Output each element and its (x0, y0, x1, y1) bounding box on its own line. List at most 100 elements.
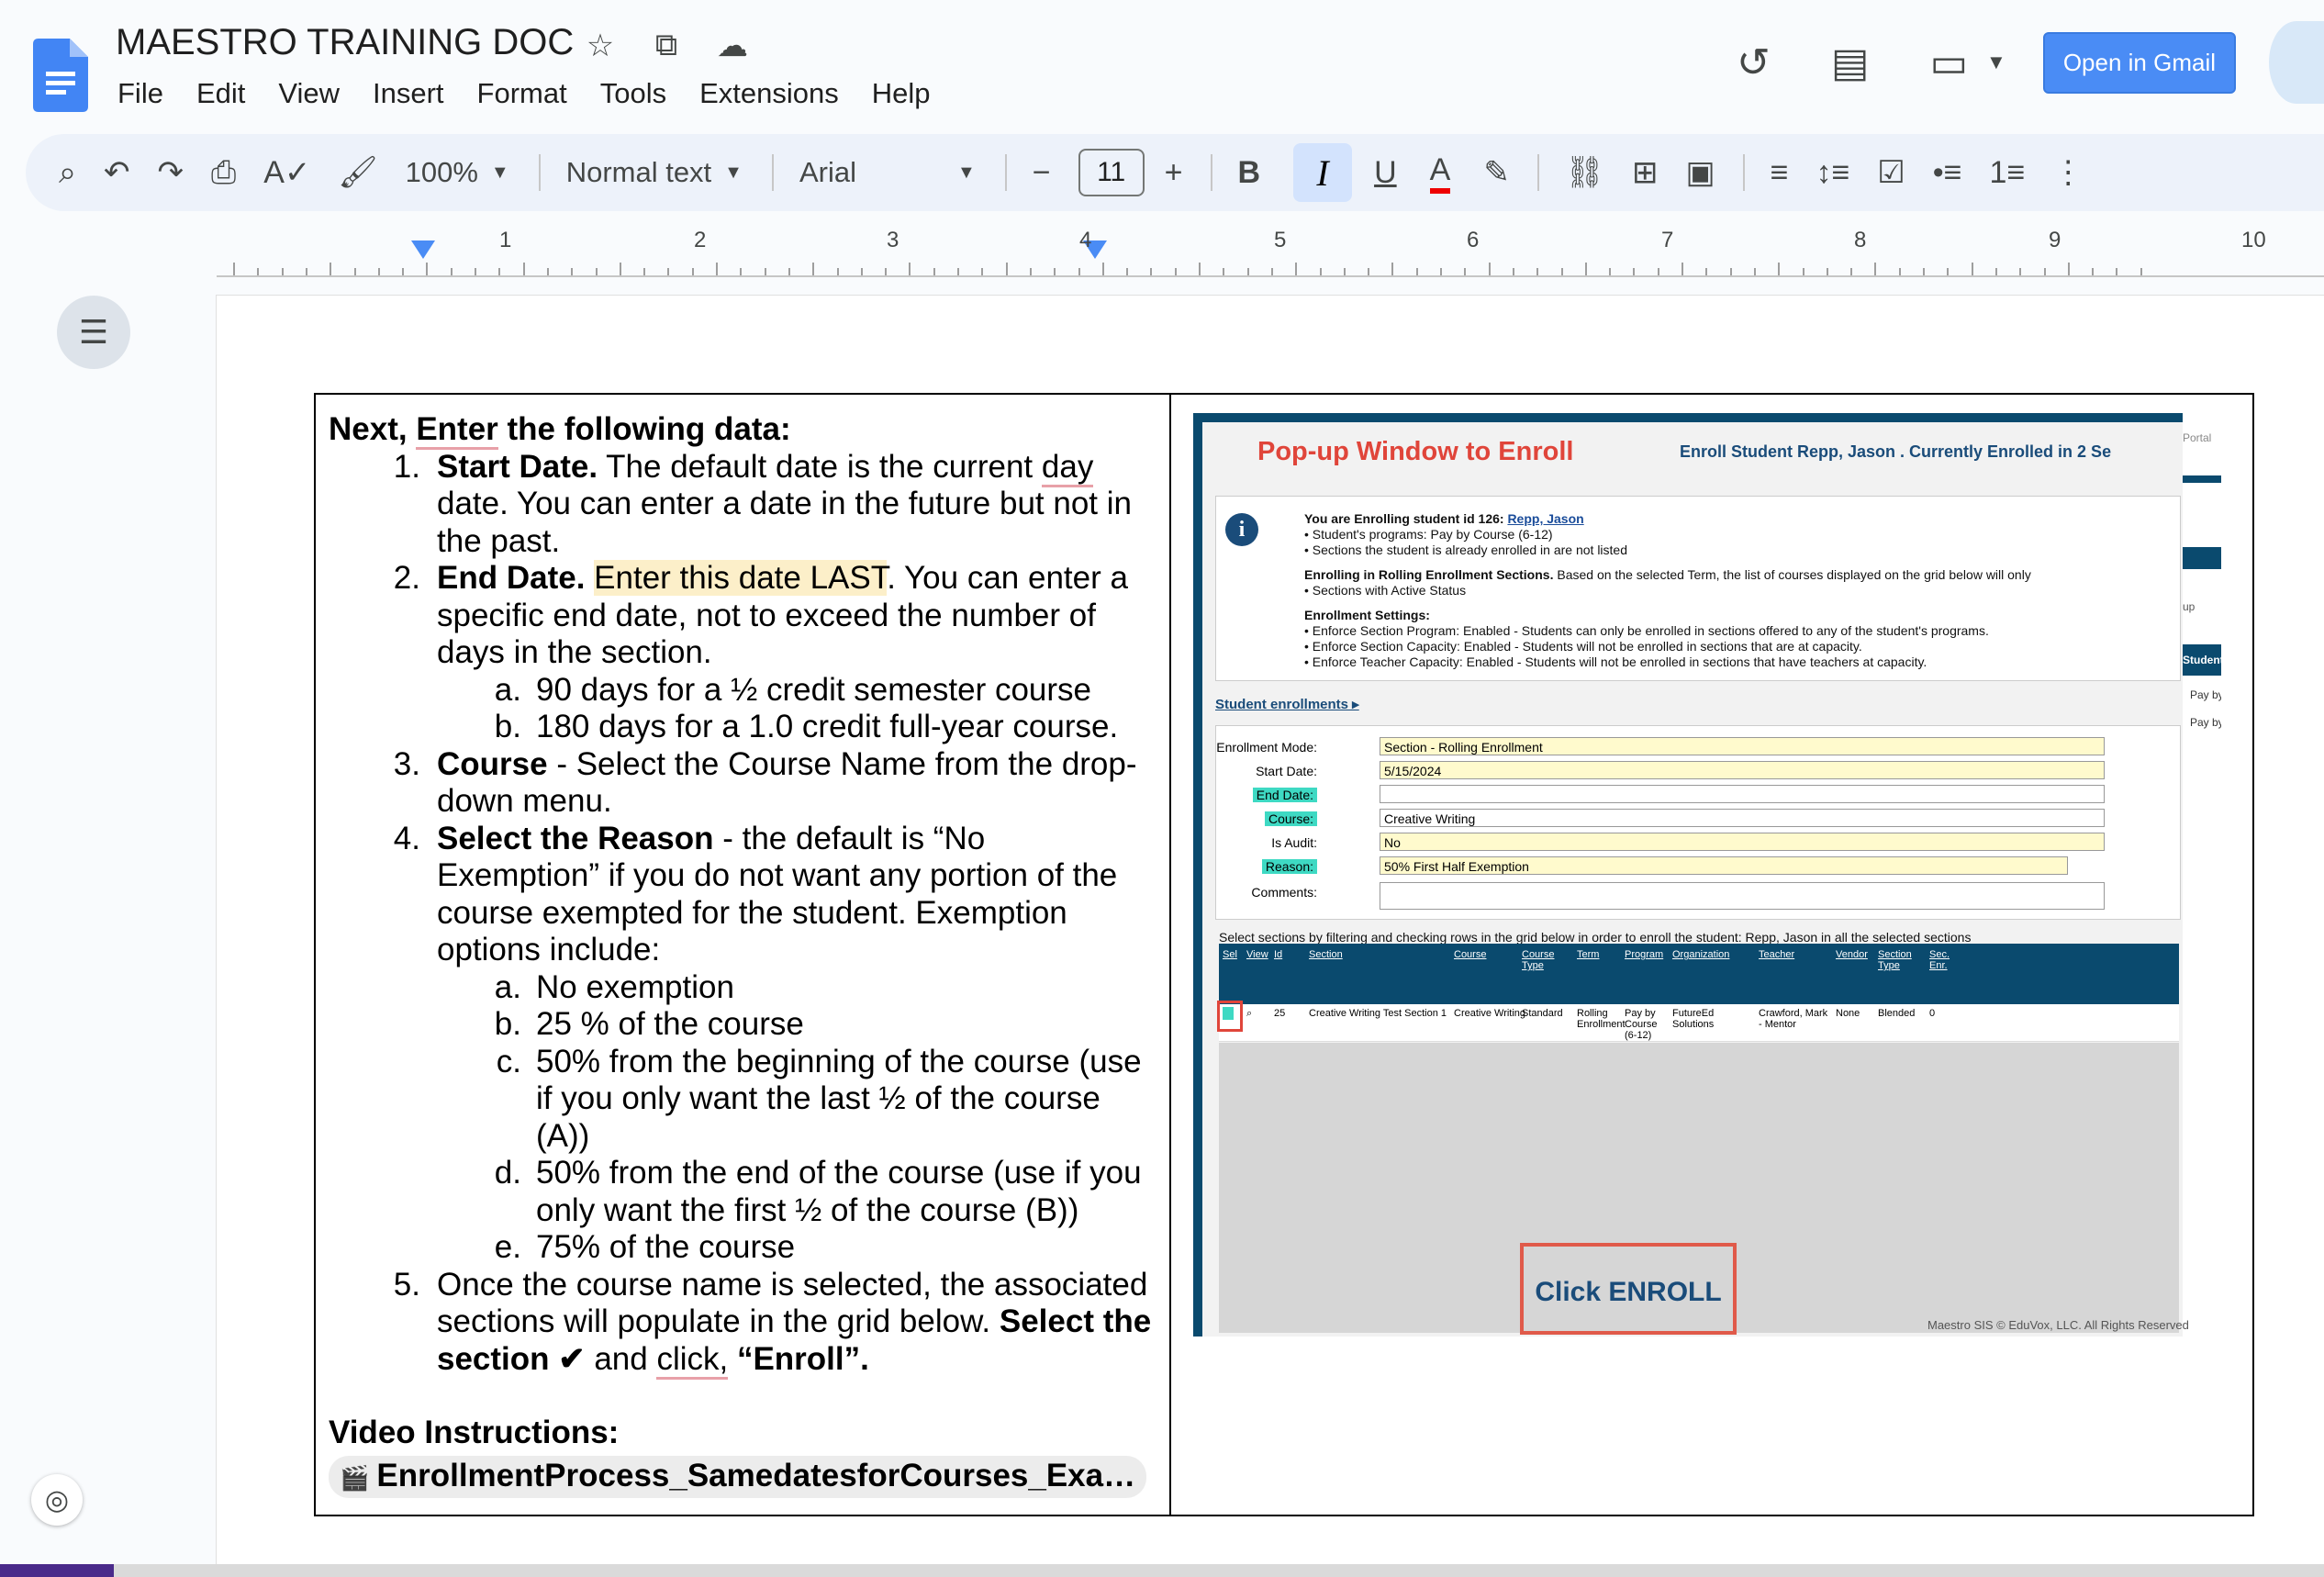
ruler-tick (691, 268, 694, 275)
ruler-number: 9 (2049, 228, 2061, 252)
redo-icon[interactable]: ↷ (158, 154, 184, 191)
ruler-tick (2067, 263, 2070, 275)
font-size-input[interactable]: 11 (1078, 149, 1145, 196)
view-icon[interactable]: ⌕ (1246, 1008, 1252, 1020)
more-options-icon[interactable]: ⋮ (2052, 154, 2084, 191)
search-icon[interactable]: ⌕ (59, 155, 76, 191)
bulleted-list-icon[interactable]: •≡ (1933, 155, 1962, 191)
open-in-gmail-button[interactable]: Open in Gmail (2042, 31, 2236, 94)
ruler-tick (1947, 268, 1950, 275)
footer-copyright: Maestro SIS © EduVox, LLC. All Rights Re… (1927, 1318, 2189, 1332)
italic-button[interactable]: I (1293, 143, 1353, 202)
menu-file[interactable]: File (117, 75, 163, 112)
ruler-tick (571, 268, 574, 275)
ruler-tick (1295, 263, 1298, 275)
instructions-column[interactable]: Next, Enter the following data: 1. Start… (329, 411, 1155, 1498)
bold-button[interactable]: B (1238, 155, 1261, 191)
ruler-tick (1850, 268, 1853, 275)
ruler-tick (812, 263, 815, 275)
insert-image-icon[interactable]: ▣ (1685, 154, 1715, 191)
ruler-tick (426, 263, 429, 275)
ruler-tick (546, 268, 549, 275)
numbered-list-icon[interactable]: 1≡ (1990, 155, 2026, 191)
left-indent-marker[interactable] (411, 240, 435, 259)
menu-help[interactable]: Help (872, 75, 931, 112)
undo-icon[interactable]: ↶ (104, 154, 130, 191)
student-enrollments-link: Student enrollments ▸ (1215, 697, 1359, 712)
avatar[interactable] (2269, 21, 2324, 104)
ruler-tick (1778, 263, 1781, 275)
info-icon: i (1225, 513, 1258, 546)
ruler[interactable]: 1 2 3 4 5 6 7 8 9 10 (217, 224, 2324, 277)
add-comment-icon[interactable]: ⊞ (1632, 154, 1659, 191)
ruler-tick (1415, 268, 1418, 275)
zoom-select[interactable]: 100% (406, 156, 478, 189)
increase-font-size-icon[interactable]: + (1165, 155, 1183, 191)
ruler-tick (860, 268, 863, 275)
star-icon[interactable]: ☆ (580, 28, 620, 64)
ruler-tick (1657, 268, 1659, 275)
chevron-down-icon[interactable]: ▼ (724, 162, 743, 184)
underline-button[interactable]: U (1374, 155, 1397, 191)
ruler-tick (885, 268, 888, 275)
ruler-tick (305, 268, 307, 275)
version-history-icon[interactable]: ↺ (1737, 39, 1771, 86)
ruler-tick (450, 268, 453, 275)
ruler-tick (1029, 268, 1032, 275)
list-item: a. No exemption (494, 968, 734, 1005)
text-color-button[interactable]: A (1429, 151, 1451, 194)
font-select[interactable]: Arial (799, 156, 856, 189)
ruler-tick (1874, 263, 1877, 275)
list-item: b. 180 days for a 1.0 credit full-year co… (494, 709, 1119, 744)
move-folder-icon[interactable]: ⧉ (646, 28, 687, 64)
menu-extensions[interactable]: Extensions (699, 75, 839, 112)
menu-view[interactable]: View (278, 75, 340, 112)
ruler-tick (716, 263, 718, 275)
meet-camera-icon[interactable]: ▭ (1929, 39, 1968, 86)
docs-logo-icon[interactable] (33, 39, 88, 112)
chevron-down-icon[interactable]: ▼ (491, 162, 509, 184)
decrease-font-size-icon[interactable]: − (1033, 155, 1051, 191)
video-file-chip[interactable]: 🎬 EnrollmentProcess_SamedatesforCourses_E… (329, 1455, 1147, 1498)
ruler-number: 3 (887, 228, 899, 252)
popup-subtitle: Enroll Student Repp, Jason . Currently E… (1680, 442, 2112, 461)
table-row[interactable]: ⌕ 25 Creative Writing Test Section 1 Cre… (1219, 1004, 2179, 1042)
ruler-tick (1682, 263, 1683, 275)
link-icon[interactable]: ⛓ (1565, 154, 1604, 191)
embedded-screenshot-image[interactable]: Portal up Student Pay by Pay by Pop-up W… (1193, 413, 2221, 1337)
ruler-tick (353, 268, 356, 275)
ruler-tick (1150, 268, 1153, 275)
ruler-tick (740, 268, 743, 275)
highlight-icon[interactable]: ✎ (1483, 154, 1510, 191)
menu-insert[interactable]: Insert (373, 75, 444, 112)
line-spacing-icon[interactable]: ↕≡ (1816, 155, 1849, 191)
document-outline-button[interactable]: ☰ (57, 296, 130, 369)
chevron-down-icon[interactable]: ▼ (1986, 50, 2006, 74)
ruler-number: 4 (1079, 228, 1092, 252)
checklist-icon[interactable]: ☑ (1877, 154, 1905, 191)
menu-tools[interactable]: Tools (600, 75, 666, 112)
document-title[interactable]: MAESTRO TRAINING DOC (116, 22, 574, 63)
ruler-tick (1054, 268, 1056, 275)
info-box: i You are Enrolling student id 126: Repp… (1215, 496, 2181, 681)
instructions-heading: Next, Enter the following data: (329, 411, 1155, 450)
menu-edit[interactable]: Edit (196, 75, 245, 112)
list-item: b. 25 % of the course (494, 1006, 804, 1042)
select-row-checkbox[interactable] (1217, 1001, 1243, 1032)
video-clip-icon: 🎬 (340, 1463, 370, 1492)
print-icon[interactable]: ⎙ (211, 155, 236, 191)
chevron-down-icon[interactable]: ▼ (957, 162, 976, 184)
ruler-number: 10 (2241, 228, 2266, 252)
fingerprint-icon[interactable]: ◎ (31, 1474, 83, 1526)
menu-format[interactable]: Format (477, 75, 567, 112)
ruler-tick (1802, 268, 1804, 275)
ruler-tick (1368, 268, 1370, 275)
align-icon[interactable]: ≡ (1771, 155, 1789, 191)
paint-format-icon[interactable]: 🖌 (338, 154, 377, 191)
ruler-tick (1391, 263, 1394, 275)
style-select[interactable]: Normal text (566, 156, 711, 189)
cloud-status-icon[interactable]: ☁ (712, 28, 753, 64)
ruler-tick (281, 268, 284, 275)
comments-icon[interactable]: ▤ (1831, 39, 1870, 86)
spellcheck-icon[interactable]: A✓ (263, 154, 310, 191)
